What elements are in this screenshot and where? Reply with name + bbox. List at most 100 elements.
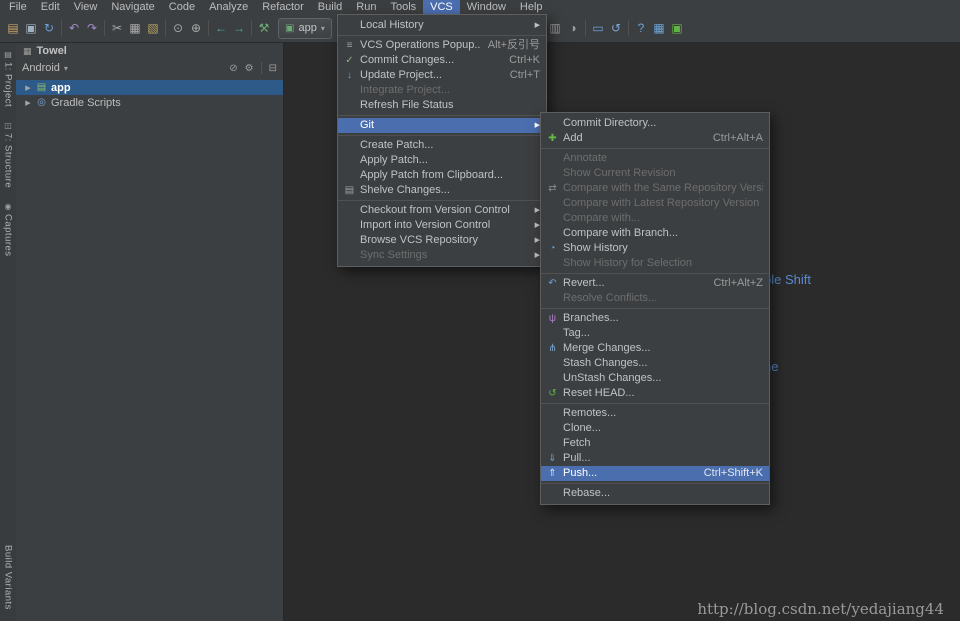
make-project-icon[interactable]: ⚒ [255, 18, 273, 38]
menu-item-browse-vcs-repository[interactable]: Browse VCS Repository▶ [338, 233, 546, 248]
attach-debugger-icon[interactable]: ▥ [546, 18, 564, 38]
tool-window-bar-top: ▤ 1: Project ◫7: Structure ◉Captures [3, 43, 14, 264]
menu-item-apply-patch-from-clipboard[interactable]: Apply Patch from Clipboard... [338, 168, 546, 183]
menubar-item-refactor[interactable]: Refactor [255, 0, 311, 14]
menu-item-create-patch[interactable]: Create Patch... [338, 138, 546, 153]
gradle-sync-icon[interactable]: ↺ [607, 18, 625, 38]
menu-item-label: VCS Operations Popup... [360, 38, 480, 53]
menu-item-git[interactable]: Git▶ [338, 118, 546, 133]
run-configuration-selector[interactable]: ▣ app ▾ [278, 18, 332, 39]
menu-item-compare-with-branch[interactable]: Compare with Branch... [541, 226, 769, 241]
1-project-icon: ▤ [4, 50, 12, 59]
menu-item-tag[interactable]: Tag... [541, 326, 769, 341]
menubar-item-build[interactable]: Build [311, 0, 349, 14]
synchronize-icon[interactable]: ↻ [40, 18, 58, 38]
toolbar-separator [208, 20, 209, 36]
tool-window-button-7-structure[interactable]: ◫7: Structure [3, 121, 14, 188]
menu-item-add[interactable]: ✚AddCtrl+Alt+A [541, 131, 769, 146]
paste-icon[interactable]: ▧ [144, 18, 162, 38]
menu-item-clone[interactable]: Clone... [541, 421, 769, 436]
menubar-item-file[interactable]: File [2, 0, 34, 14]
menu-item-shelve-changes[interactable]: ▤Shelve Changes... [338, 183, 546, 198]
menu-item-label: Compare with Latest Repository Version [563, 196, 763, 211]
menubar-item-analyze[interactable]: Analyze [202, 0, 255, 14]
menu-item-update-project[interactable]: ↓Update Project...Ctrl+T [338, 68, 546, 83]
menu-item-label: Local History [360, 18, 526, 33]
menubar-item-edit[interactable]: Edit [34, 0, 67, 14]
sdk-manager-icon[interactable]: ▣ [668, 18, 686, 38]
menu-item-merge-changes[interactable]: ⋔Merge Changes... [541, 341, 769, 356]
menu-item-reset-head[interactable]: ↺Reset HEAD... [541, 386, 769, 401]
toolbar-separator [104, 20, 105, 36]
menubar-item-navigate[interactable]: Navigate [104, 0, 161, 14]
menubar-item-tools[interactable]: Tools [383, 0, 423, 14]
menu-item-vcs-operations-popup[interactable]: ≡VCS Operations Popup... Alt+反引号 [338, 38, 546, 53]
gear-icon[interactable]: ⚙ [245, 63, 254, 74]
project-structure-icon[interactable]: ▦ [650, 18, 668, 38]
menu-item-show-history[interactable]: ◔Show History [541, 241, 769, 256]
cut-icon[interactable]: ✂ [108, 18, 126, 38]
menu-item-rebase[interactable]: Rebase... [541, 486, 769, 501]
forward-icon[interactable]: → [230, 18, 248, 38]
menu-item-label: Integrate Project... [360, 83, 540, 98]
menubar-item-view[interactable]: View [67, 0, 105, 14]
back-icon[interactable]: ← [212, 18, 230, 38]
tool-window-button-1-project[interactable]: ▤ 1: Project [3, 50, 14, 107]
update-project-icon: ↓ [342, 68, 357, 83]
coverage-icon[interactable]: ◑ [564, 18, 582, 38]
menu-item-import-into-version-control[interactable]: Import into Version Control▶ [338, 218, 546, 233]
menubar-item-help[interactable]: Help [513, 0, 550, 14]
menu-item-pull[interactable]: ⇓Pull... [541, 451, 769, 466]
menu-item-commit-changes[interactable]: ✓Commit Changes...Ctrl+K [338, 53, 546, 68]
expand-arrow-icon[interactable]: ▶ [22, 99, 34, 107]
menubar-item-run[interactable]: Run [349, 0, 383, 14]
expand-arrow-icon[interactable]: ▶ [22, 84, 34, 92]
menu-item-shortcut: Alt+反引号 [488, 38, 540, 53]
project-tree: ▶▤app▶◎Gradle Scripts [16, 80, 283, 110]
menu-item-branches[interactable]: ψBranches... [541, 311, 769, 326]
collapse-panel-icon[interactable]: ⊟ [269, 63, 277, 74]
tree-item-app[interactable]: ▶▤app [16, 80, 283, 95]
tree-item-gradle-scripts[interactable]: ▶◎Gradle Scripts [16, 95, 283, 110]
copy-icon[interactable]: ▦ [126, 18, 144, 38]
undo-icon[interactable]: ↶ [65, 18, 83, 38]
menu-item-remotes[interactable]: Remotes... [541, 406, 769, 421]
menu-item-label: Tag... [563, 326, 763, 341]
avd-manager-icon[interactable]: ▭ [589, 18, 607, 38]
menubar-item-code[interactable]: Code [162, 0, 202, 14]
menu-item-commit-directory[interactable]: Commit Directory... [541, 116, 769, 131]
help-icon[interactable]: ? [632, 18, 650, 38]
menu-item-label: Show History for Selection [563, 256, 763, 271]
menu-item-refresh-file-status[interactable]: Refresh File Status [338, 98, 546, 113]
open-icon[interactable]: ▤ [4, 18, 22, 38]
menu-separator [541, 148, 769, 149]
vcs-operations-icon: ≡ [342, 38, 357, 53]
menu-item-unstash-changes[interactable]: UnStash Changes... [541, 371, 769, 386]
menu-item-label: Sync Settings [360, 248, 526, 263]
filter-icon[interactable]: ⊘ [229, 63, 237, 74]
menubar-item-vcs[interactable]: VCS [423, 0, 460, 14]
find-icon[interactable]: ⊙ [169, 18, 187, 38]
redo-icon[interactable]: ↷ [83, 18, 101, 38]
tool-window-button-captures[interactable]: ◉Captures [3, 202, 14, 257]
menu-item-revert[interactable]: ↶Revert...Ctrl+Alt+Z [541, 276, 769, 291]
submenu-arrow-icon: ▶ [532, 18, 540, 33]
menu-item-label: Checkout from Version Control [360, 203, 526, 218]
merge-changes-icon: ⋔ [545, 341, 560, 356]
menu-item-checkout-from-version-control[interactable]: Checkout from Version Control▶ [338, 203, 546, 218]
menubar-item-window[interactable]: Window [460, 0, 513, 14]
menu-item-stash-changes[interactable]: Stash Changes... [541, 356, 769, 371]
menu-item-local-history[interactable]: Local History ▶ [338, 18, 546, 33]
tool-window-button-build-variants[interactable]: Build Variants [3, 545, 14, 610]
menu-item-fetch[interactable]: Fetch [541, 436, 769, 451]
menu-item-apply-patch[interactable]: Apply Patch... [338, 153, 546, 168]
git-submenu-popup: Commit Directory...✚AddCtrl+Alt+AAnnotat… [540, 112, 770, 505]
replace-icon[interactable]: ⊕ [187, 18, 205, 38]
tool-window-button-label: 1: Project [3, 62, 14, 107]
menu-item-push[interactable]: ⇑Push...Ctrl+Shift+K [541, 466, 769, 481]
project-view-selector[interactable]: Android ▾ [22, 62, 68, 74]
git-branches-icon: ψ [545, 311, 560, 326]
menu-separator [338, 115, 546, 116]
save-all-icon[interactable]: ▣ [22, 18, 40, 38]
project-tool-window-header: ▦ Towel [16, 42, 283, 60]
